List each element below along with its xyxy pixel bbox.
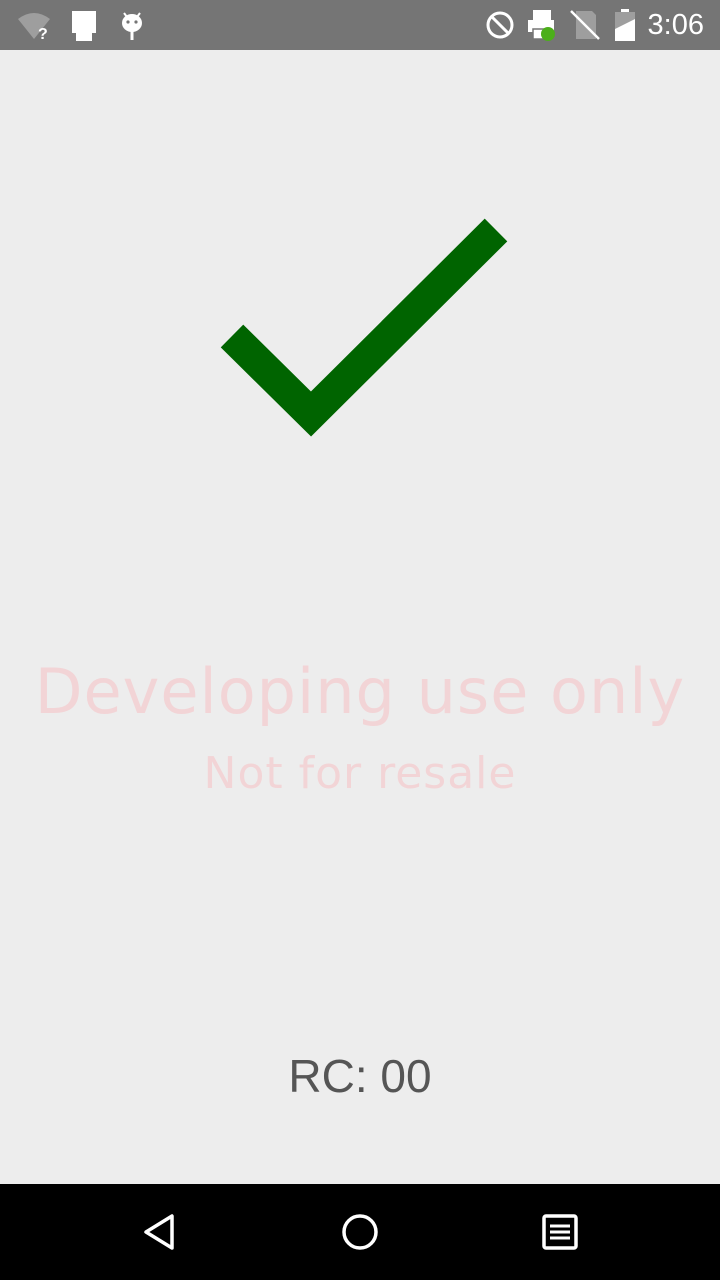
watermark-title: Developing use only [34,655,686,728]
do-not-disturb-icon [482,7,518,43]
back-icon[interactable] [136,1208,184,1256]
result-code: RC: 00 [288,1050,432,1102]
status-bar: ? 3:06 [0,0,720,50]
watermark-subtitle: Not for resale [203,748,517,799]
wifi-unknown-icon: ? [16,7,52,43]
screen: ? 3:06 Developing use only Not for resal… [0,0,720,1280]
checkmark-icon [200,200,530,460]
home-icon[interactable] [336,1208,384,1256]
nav-bar [0,1184,720,1280]
no-sim-icon [567,7,603,43]
printer-icon [524,7,560,43]
android-debug-icon [114,7,150,43]
battery-charging-icon [607,7,643,43]
sim-card-icon [66,7,102,43]
status-time: 3:06 [647,9,704,41]
recents-icon[interactable] [536,1208,584,1256]
svg-text:?: ? [38,26,48,43]
